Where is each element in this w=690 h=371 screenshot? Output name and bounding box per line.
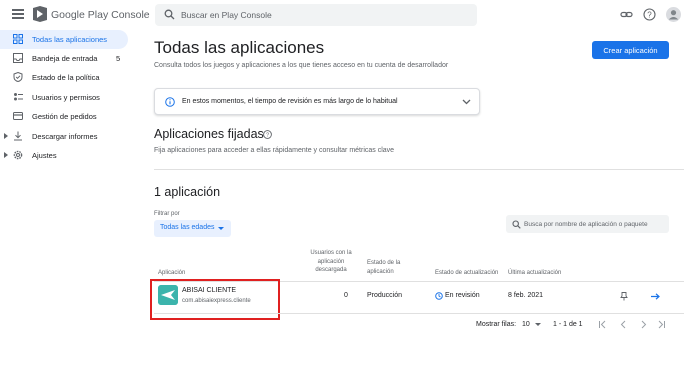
sidebar: Todas las aplicaciones Bandeja de entrad… xyxy=(0,30,132,371)
installs-value: 0 xyxy=(344,292,348,299)
first-page-icon[interactable] xyxy=(598,320,607,329)
dropdown-arrow-icon xyxy=(534,322,541,326)
info-icon xyxy=(165,97,175,107)
link-icon[interactable] xyxy=(620,8,633,21)
page-subtitle: Consulta todos los juegos y aplicaciones… xyxy=(154,62,449,69)
brand-title: Google Play Console xyxy=(51,9,150,21)
last-page-icon[interactable] xyxy=(657,320,666,329)
menu-icon[interactable] xyxy=(12,9,24,19)
column-header-app[interactable]: Aplicación xyxy=(158,269,185,278)
header-line: aplicación xyxy=(317,258,345,265)
pin-icon[interactable] xyxy=(620,292,628,301)
sidebar-item-label: Todas las aplicaciones xyxy=(32,35,108,44)
header-line: descargada xyxy=(315,267,347,274)
chevron-down-icon[interactable] xyxy=(462,98,471,106)
top-bar: Google Play Console ? xyxy=(0,0,690,30)
update-status-text: En revisión xyxy=(445,292,480,299)
svg-text:?: ? xyxy=(647,10,652,19)
credit-card-icon xyxy=(13,112,23,120)
global-search[interactable] xyxy=(155,4,477,26)
sidebar-item-label: Descargar informes xyxy=(32,132,98,141)
users-icon xyxy=(14,93,23,101)
rows-per-page-value: 10 xyxy=(522,321,530,328)
previous-page-icon[interactable] xyxy=(619,320,628,329)
play-console-logo[interactable] xyxy=(33,6,47,22)
sidebar-item-all-apps[interactable]: Todas las aplicaciones xyxy=(0,30,128,49)
sidebar-item-reports[interactable]: Descargar informes xyxy=(0,127,128,146)
grid-icon xyxy=(13,34,23,44)
gear-icon xyxy=(13,150,23,160)
app-status-value: Producción xyxy=(367,292,403,299)
create-app-button[interactable]: Crear aplicación xyxy=(592,41,669,59)
search-icon xyxy=(512,220,521,229)
last-update-value: 8 feb. 2021 xyxy=(508,292,544,299)
filter-value: Todas las edades xyxy=(160,224,215,231)
filter-label: Filtrar por xyxy=(154,211,180,217)
table-row-divider xyxy=(154,313,684,314)
sidebar-item-settings[interactable]: Ajustes xyxy=(0,146,128,165)
header-line: aplicación xyxy=(367,268,394,275)
sidebar-item-inbox[interactable]: Bandeja de entrada 5 xyxy=(0,49,128,68)
clock-icon xyxy=(435,292,443,300)
search-icon xyxy=(164,9,175,20)
sidebar-item-label: Ajustes xyxy=(32,151,57,160)
expand-caret-icon[interactable] xyxy=(4,133,8,139)
rows-per-page-label: Mostrar filas: xyxy=(476,321,517,328)
dropdown-arrow-icon xyxy=(218,227,224,230)
pinned-apps-description: Fija aplicaciones para acceder a ellas r… xyxy=(154,147,395,154)
sidebar-item-label: Estado de la política xyxy=(32,73,100,82)
column-header-update-status[interactable]: Estado de actualización xyxy=(435,269,498,278)
pagination-range: 1 - 1 de 1 xyxy=(553,321,583,328)
svg-text:?: ? xyxy=(266,133,269,139)
column-header-last-update[interactable]: Última actualización xyxy=(508,269,561,278)
global-search-input[interactable] xyxy=(181,7,461,23)
section-divider xyxy=(154,169,684,170)
banner-text: En estos momentos, el tiempo de revisión… xyxy=(182,98,398,105)
review-time-banner[interactable]: En estos momentos, el tiempo de revisión… xyxy=(154,88,480,115)
rows-per-page-select[interactable]: 10 xyxy=(522,321,541,328)
sidebar-item-orders[interactable]: Gestión de pedidos xyxy=(0,107,128,126)
app-search-input[interactable] xyxy=(524,217,666,231)
column-header-app-status[interactable]: Estado de la aplicación xyxy=(367,259,400,276)
column-header-installs[interactable]: Usuarios con la aplicación descargada xyxy=(307,249,355,275)
shield-icon xyxy=(13,72,23,82)
inbox-icon xyxy=(13,53,23,63)
download-icon xyxy=(14,131,22,141)
app-search[interactable] xyxy=(506,215,669,233)
expand-caret-icon[interactable] xyxy=(4,152,8,158)
help-icon[interactable]: ? xyxy=(263,130,272,139)
sidebar-item-label: Bandeja de entrada xyxy=(32,54,98,63)
avatar-icon[interactable] xyxy=(666,7,681,22)
header-line: Estado de la xyxy=(367,260,401,266)
sidebar-item-policy[interactable]: Estado de la política xyxy=(0,68,128,87)
header-line: Usuarios con la xyxy=(310,250,352,256)
sidebar-item-label: Usuarios y permisos xyxy=(32,93,100,102)
age-filter-dropdown[interactable]: Todas las edades xyxy=(154,220,231,237)
inbox-count-badge: 5 xyxy=(116,54,121,63)
help-icon[interactable]: ? xyxy=(643,8,656,21)
sidebar-item-users[interactable]: Usuarios y permisos xyxy=(0,88,128,107)
pinned-apps-title: Aplicaciones fijadas xyxy=(154,127,264,141)
arrow-right-icon[interactable] xyxy=(651,293,660,300)
app-count-title: 1 aplicación xyxy=(154,185,221,199)
page-title: Todas las aplicaciones xyxy=(154,38,325,57)
sidebar-item-label: Gestión de pedidos xyxy=(32,112,97,121)
next-page-icon[interactable] xyxy=(639,320,648,329)
